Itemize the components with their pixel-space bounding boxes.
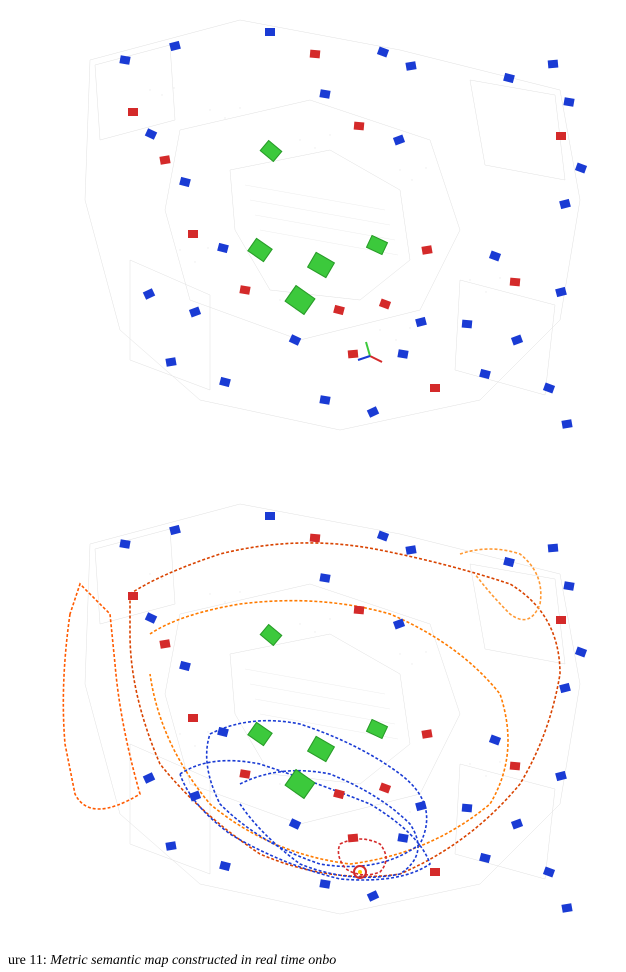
figure-container: ure 11: Metric semantic map constructed … bbox=[0, 0, 626, 461]
blue-marker bbox=[561, 903, 572, 913]
blue-marker bbox=[319, 395, 330, 405]
pointcloud-building-bottom bbox=[0, 484, 626, 945]
panel-divider bbox=[0, 470, 626, 484]
red-marker bbox=[421, 729, 432, 739]
blue-marker bbox=[561, 419, 572, 429]
blue-marker bbox=[563, 97, 574, 107]
red-marker bbox=[128, 592, 138, 600]
red-marker bbox=[239, 285, 250, 295]
red-marker bbox=[239, 769, 250, 779]
blue-marker bbox=[397, 349, 408, 359]
red-marker bbox=[159, 155, 170, 165]
red-marker bbox=[188, 714, 198, 722]
red-marker bbox=[348, 834, 359, 843]
blue-marker bbox=[462, 320, 473, 329]
figure-panel-bottom bbox=[0, 484, 626, 945]
trajectory-path bbox=[150, 601, 508, 864]
red-marker bbox=[348, 350, 359, 359]
red-marker bbox=[159, 639, 170, 649]
caption-prefix: ure 11: bbox=[8, 953, 47, 968]
red-marker bbox=[310, 534, 321, 543]
trajectory-path bbox=[460, 549, 541, 620]
red-marker bbox=[128, 108, 138, 116]
red-marker bbox=[510, 762, 521, 771]
trajectory-path bbox=[130, 543, 560, 877]
blue-marker bbox=[165, 357, 176, 367]
trajectory-path bbox=[63, 584, 140, 809]
blue-marker bbox=[548, 60, 559, 69]
red-marker bbox=[556, 132, 566, 140]
blue-marker bbox=[119, 55, 130, 65]
trajectory-path bbox=[338, 839, 386, 875]
figure-panel-top bbox=[0, 0, 626, 461]
blue-marker bbox=[563, 581, 574, 591]
pointcloud-building-top bbox=[0, 0, 626, 461]
red-marker bbox=[430, 868, 440, 876]
red-marker bbox=[188, 230, 198, 238]
red-marker bbox=[421, 245, 432, 255]
red-marker bbox=[310, 50, 321, 59]
blue-marker bbox=[319, 573, 330, 583]
blue-marker bbox=[405, 61, 416, 71]
blue-marker bbox=[265, 512, 275, 520]
blue-marker bbox=[119, 539, 130, 549]
red-marker bbox=[354, 606, 365, 615]
red-marker bbox=[510, 278, 521, 287]
blue-marker bbox=[165, 841, 176, 851]
blue-marker bbox=[319, 879, 330, 889]
blue-marker bbox=[405, 545, 416, 555]
blue-marker bbox=[397, 833, 408, 843]
figure-caption: ure 11: Metric semantic map constructed … bbox=[8, 952, 618, 970]
blue-marker bbox=[548, 544, 559, 553]
blue-marker bbox=[265, 28, 275, 36]
caption-text: Metric semantic map constructed in real … bbox=[50, 953, 336, 968]
blue-marker bbox=[319, 89, 330, 99]
red-marker bbox=[430, 384, 440, 392]
blue-marker bbox=[462, 804, 473, 813]
red-marker bbox=[556, 616, 566, 624]
red-marker bbox=[354, 122, 365, 131]
trajectory-path bbox=[240, 771, 418, 878]
